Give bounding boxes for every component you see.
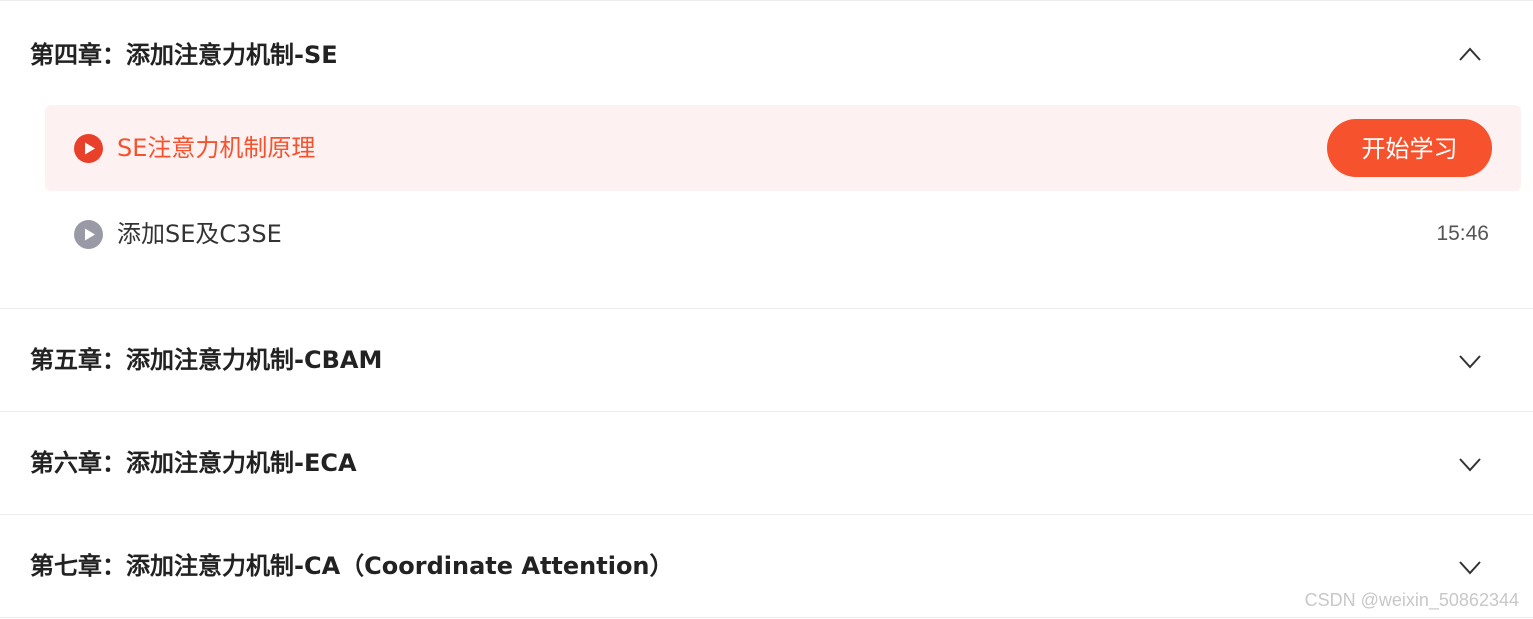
play-circle-icon <box>74 220 103 249</box>
chapter-6: 第六章：添加注意力机制-ECA <box>0 412 1533 515</box>
lesson-title: 添加SE及C3SE <box>117 220 282 248</box>
chapter-7-header[interactable]: 第七章：添加注意力机制-CA（Coordinate Attention） <box>0 515 1533 618</box>
chapter-title: 第六章：添加注意力机制-ECA <box>30 449 357 477</box>
chevron-up-icon[interactable] <box>1459 47 1481 61</box>
watermark: CSDN @weixin_50862344 <box>1304 590 1519 610</box>
chapter-4: 第四章：添加注意力机制-SE SE注意力机制原理 开始学习 添加SE及C3SE … <box>0 1 1533 309</box>
lesson-item-active[interactable]: SE注意力机制原理 开始学习 <box>45 105 1521 191</box>
chapter-title: 第四章：添加注意力机制-SE <box>30 41 338 69</box>
chapter-5-header[interactable]: 第五章：添加注意力机制-CBAM <box>0 309 1533 412</box>
lesson-title: SE注意力机制原理 <box>117 134 316 162</box>
chevron-down-icon[interactable] <box>1459 561 1481 575</box>
chapter-7: 第七章：添加注意力机制-CA（Coordinate Attention） <box>0 515 1533 618</box>
chevron-down-icon[interactable] <box>1459 355 1481 369</box>
lesson-item[interactable]: 添加SE及C3SE 15:46 <box>45 191 1521 277</box>
chapter-5: 第五章：添加注意力机制-CBAM <box>0 309 1533 412</box>
chapter-title: 第五章：添加注意力机制-CBAM <box>30 346 383 374</box>
chevron-down-icon[interactable] <box>1459 458 1481 472</box>
chapter-title: 第七章：添加注意力机制-CA（Coordinate Attention） <box>30 552 674 580</box>
lesson-duration: 15:46 <box>1436 222 1489 245</box>
start-learning-button[interactable]: 开始学习 <box>1327 119 1492 177</box>
play-circle-icon <box>74 134 103 163</box>
chapter-4-header[interactable]: 第四章：添加注意力机制-SE <box>0 1 1533 105</box>
course-outline: 第四章：添加注意力机制-SE SE注意力机制原理 开始学习 添加SE及C3SE … <box>0 0 1533 619</box>
chapter-6-header[interactable]: 第六章：添加注意力机制-ECA <box>0 412 1533 515</box>
